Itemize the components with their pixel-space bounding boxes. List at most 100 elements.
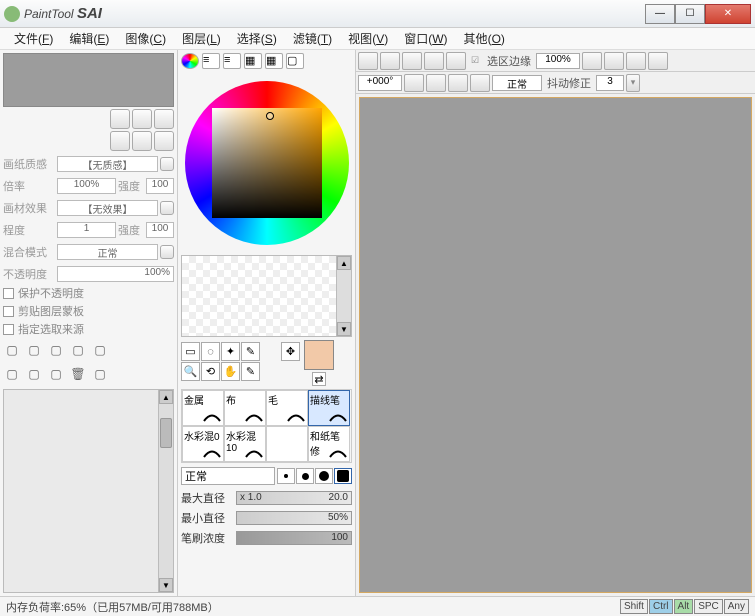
material-effect-select[interactable]: 【无效果】 xyxy=(57,200,158,216)
brush-size-xl[interactable] xyxy=(334,468,352,484)
blend-mode-dropdown-icon[interactable] xyxy=(160,245,174,259)
nav-btn-4[interactable] xyxy=(110,131,130,151)
layer-list[interactable]: ▲ ▼ xyxy=(3,389,174,593)
color-wheel[interactable] xyxy=(181,74,352,252)
menu-layer[interactable]: 图层(L) xyxy=(174,28,229,49)
scale-input[interactable]: 100% xyxy=(57,178,116,194)
blend-mode-select[interactable]: 正常 xyxy=(57,244,158,260)
swatch-scrollbar[interactable]: ▲ ▼ xyxy=(336,256,351,336)
swatch-scroll-down[interactable]: ▼ xyxy=(337,322,351,336)
brush-empty[interactable] xyxy=(266,426,308,462)
menu-other[interactable]: 其他(O) xyxy=(456,28,513,49)
brush-blend-mode[interactable]: 正常 xyxy=(181,467,275,485)
paper-texture-dropdown-icon[interactable] xyxy=(160,157,174,171)
eyedropper-tool[interactable]: ✎ xyxy=(241,362,260,381)
brush-size-l[interactable] xyxy=(315,468,333,484)
strength-input[interactable]: 100 xyxy=(146,178,174,194)
brush-washi[interactable]: 和纸笔修 xyxy=(308,426,350,462)
tb-btn-1[interactable] xyxy=(358,52,378,70)
zoom-input[interactable]: 100% xyxy=(536,53,580,69)
brush-metal[interactable]: 金属 xyxy=(182,390,224,426)
swatch-panel[interactable]: ▲ ▼ xyxy=(181,255,352,337)
scroll-down-icon[interactable]: ▼ xyxy=(159,578,173,592)
nav-btn-2[interactable] xyxy=(132,109,152,129)
zoom-tool[interactable]: 🔍 xyxy=(181,362,200,381)
layer-mask-icon[interactable]: ▢ xyxy=(69,341,87,359)
hand-tool[interactable]: ✋ xyxy=(221,362,240,381)
nav-btn-1[interactable] xyxy=(110,109,130,129)
clear-layer-icon[interactable]: ▢ xyxy=(91,341,109,359)
brush-watercolor-10[interactable]: 水彩混10 xyxy=(224,426,266,462)
brush-size-m[interactable] xyxy=(296,468,314,484)
brush-size-s[interactable] xyxy=(277,468,295,484)
brush-watercolor-0[interactable]: 水彩混0 xyxy=(182,426,224,462)
strength2-input[interactable]: 100 xyxy=(146,222,174,238)
transfer-down-icon[interactable]: ▢ xyxy=(25,365,43,383)
tb-btn-4[interactable] xyxy=(424,52,444,70)
scroll-thumb[interactable] xyxy=(160,418,172,448)
sel-edge-checkbox[interactable]: ☑ xyxy=(468,52,482,70)
angle-input[interactable]: +000° xyxy=(358,75,402,91)
navigator-thumbnail[interactable] xyxy=(3,53,174,107)
close-button[interactable]: ✕ xyxy=(705,4,751,24)
maximize-button[interactable]: ☐ xyxy=(675,4,705,24)
zoom-reset-button[interactable] xyxy=(604,52,624,70)
new-folder-icon[interactable]: ▢ xyxy=(47,341,65,359)
new-layer-icon[interactable]: ▢ xyxy=(3,341,21,359)
swatch-scroll-up[interactable]: ▲ xyxy=(337,256,351,270)
opacity-input[interactable]: 100% xyxy=(57,266,174,282)
tb-btn-5[interactable] xyxy=(446,52,466,70)
stabilizer-dropdown-icon[interactable]: ▾ xyxy=(626,74,640,92)
brush-line[interactable]: 描线笔 xyxy=(308,390,350,426)
merge-down-icon[interactable]: ▢ xyxy=(3,365,21,383)
tb-btn-2[interactable] xyxy=(380,52,400,70)
brush-cloth[interactable]: 布 xyxy=(224,390,266,426)
degree-input[interactable]: 1 xyxy=(57,222,116,238)
scroll-up-icon[interactable]: ▲ xyxy=(159,390,173,404)
swap-colors-icon[interactable]: ⇄ xyxy=(312,372,326,386)
canvas[interactable] xyxy=(359,97,752,593)
tb-btn-3[interactable] xyxy=(402,52,422,70)
zoom-in-button[interactable] xyxy=(626,52,646,70)
color-cursor[interactable] xyxy=(266,112,274,120)
menu-edit[interactable]: 编辑(E) xyxy=(61,28,117,49)
flip-button[interactable] xyxy=(470,74,490,92)
max-diameter-slider[interactable]: x 1.0 20.0 xyxy=(236,491,352,505)
menu-filter[interactable]: 滤镜(T) xyxy=(285,28,340,49)
menu-file[interactable]: 文件(F) xyxy=(6,28,61,49)
rotate-reset-button[interactable] xyxy=(426,74,446,92)
nav-btn-6[interactable] xyxy=(154,131,174,151)
foreground-color[interactable] xyxy=(304,340,334,370)
zoom-out-button[interactable] xyxy=(582,52,602,70)
material-effect-dropdown-icon[interactable] xyxy=(160,201,174,215)
delete-layer-icon[interactable]: 🗑 xyxy=(69,365,87,383)
rotate-ccw-button[interactable] xyxy=(404,74,424,92)
menu-image[interactable]: 图像(C) xyxy=(117,28,174,49)
nav-btn-5[interactable] xyxy=(132,131,152,151)
rotate-tool[interactable]: ⟲ xyxy=(201,362,220,381)
paper-texture-select[interactable]: 【无质感】 xyxy=(57,156,158,172)
move-tool[interactable]: ✥ xyxy=(281,342,300,361)
pen-tool[interactable]: ✎ xyxy=(241,342,260,361)
menu-select[interactable]: 选择(S) xyxy=(229,28,285,49)
new-linework-layer-icon[interactable]: ▢ xyxy=(25,341,43,359)
tb-btn-extra[interactable] xyxy=(648,52,668,70)
canvas-mode-input[interactable]: 正常 xyxy=(492,75,542,91)
color-scratchpad-icon[interactable]: ▢ xyxy=(286,53,304,69)
rotate-cw-button[interactable] xyxy=(448,74,468,92)
select-source-checkbox[interactable] xyxy=(3,324,14,335)
lasso-tool[interactable]: ◌ xyxy=(201,342,220,361)
stabilizer-input[interactable]: 3 xyxy=(596,75,624,91)
layer-extra-icon[interactable]: ▢ xyxy=(91,365,109,383)
flatten-icon[interactable]: ▢ xyxy=(47,365,65,383)
select-rect-tool[interactable]: ▭ xyxy=(181,342,200,361)
color-rgb-mode-icon[interactable]: ≡ xyxy=(202,53,220,69)
nav-btn-3[interactable] xyxy=(154,109,174,129)
layer-scrollbar[interactable]: ▲ ▼ xyxy=(158,390,173,592)
menu-view[interactable]: 视图(V) xyxy=(340,28,396,49)
color-wheel-mode-icon[interactable] xyxy=(181,53,199,69)
brush-fur[interactable]: 毛 xyxy=(266,390,308,426)
color-swatch-icon[interactable]: ▦ xyxy=(265,53,283,69)
menu-window[interactable]: 窗口(W) xyxy=(396,28,455,49)
color-hsv-mode-icon[interactable]: ≡ xyxy=(223,53,241,69)
